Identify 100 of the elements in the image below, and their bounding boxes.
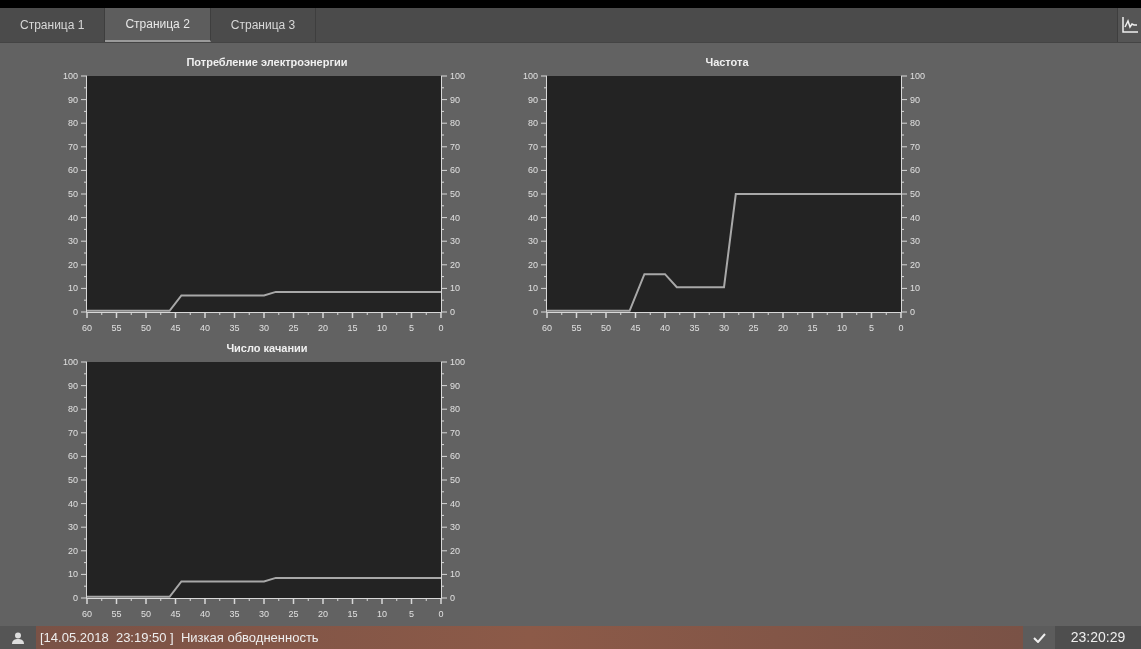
tick-label: 100: [62, 71, 78, 82]
tick-label: 20: [450, 546, 460, 557]
tick-label: 30: [450, 522, 460, 533]
tick-label: 30: [719, 323, 729, 334]
tick-label: 60: [450, 165, 460, 176]
tick-label: 70: [528, 142, 538, 153]
tick-label: 0: [533, 307, 538, 318]
tick-label: 90: [450, 380, 460, 391]
tick-label: 15: [347, 609, 358, 620]
tick-label: 70: [450, 142, 460, 153]
tick-label: 50: [141, 609, 151, 620]
tick-label: 5: [409, 323, 414, 334]
chart-view-button[interactable]: [1117, 7, 1141, 43]
tick-label: 0: [438, 609, 444, 620]
tick-label: 70: [450, 428, 460, 439]
tick-label: 50: [910, 189, 920, 200]
tick-label: 50: [141, 323, 151, 334]
tick-label: 10: [837, 323, 847, 334]
tick-label: 70: [68, 428, 78, 439]
tick-label: 35: [229, 609, 240, 620]
tick-label: 45: [170, 323, 181, 334]
tick-label: 50: [528, 189, 538, 200]
tick-label: 40: [200, 609, 210, 620]
tick-label: 40: [450, 498, 460, 509]
chart-title: Частота: [704, 55, 750, 71]
tick-label: 5: [869, 323, 874, 334]
tick-label: 15: [347, 323, 358, 334]
tick-label: 40: [68, 498, 78, 509]
tick-label: 55: [111, 609, 122, 620]
tick-label: 100: [450, 71, 466, 82]
tick-label: 25: [288, 323, 299, 334]
tick-label: 10: [450, 569, 460, 580]
tick-label: 60: [68, 165, 78, 176]
tick-label: 80: [910, 118, 920, 129]
tick-label: 10: [68, 569, 78, 580]
tick-label: 40: [910, 212, 920, 223]
tick-label: 80: [68, 404, 78, 415]
tick-label: 25: [288, 609, 299, 620]
user-icon: [12, 631, 24, 644]
tick-label: 20: [528, 260, 538, 271]
tick-label: 60: [528, 165, 538, 176]
tick-label: 20: [450, 260, 460, 271]
tick-label: 0: [898, 323, 904, 334]
tick-label: 60: [82, 609, 92, 620]
tick-label: 40: [200, 323, 210, 334]
tick-label: 20: [318, 323, 328, 334]
tick-label: 30: [450, 236, 460, 247]
tick-label: 60: [68, 451, 78, 462]
tick-label: 15: [807, 323, 818, 334]
tick-label: 10: [377, 323, 387, 334]
chart-title: Потребление электроэнергии: [185, 55, 349, 71]
chart-title: Число качании: [225, 341, 309, 357]
tick-label: 55: [111, 323, 122, 334]
tick-label: 90: [910, 94, 920, 105]
tick-label: 90: [528, 94, 538, 105]
tick-label: 80: [68, 118, 78, 129]
tick-label: 60: [910, 165, 920, 176]
tick-label: 20: [68, 546, 78, 557]
check-icon: [1032, 632, 1046, 643]
tick-label: 50: [450, 189, 460, 200]
tick-label: 80: [450, 118, 460, 129]
line-chart-icon: [1120, 16, 1139, 35]
tick-label: 10: [528, 283, 538, 294]
tick-label: 10: [910, 283, 920, 294]
tick-label: 100: [62, 357, 78, 368]
tick-label: 50: [601, 323, 611, 334]
tick-label: 30: [910, 236, 920, 247]
tick-label: 30: [68, 522, 78, 533]
tick-label: 0: [73, 593, 78, 604]
acknowledge-button[interactable]: [1023, 626, 1055, 649]
tick-label: 90: [68, 380, 78, 391]
tick-label: 10: [450, 283, 460, 294]
tick-label: 20: [778, 323, 788, 334]
tick-label: 30: [528, 236, 538, 247]
tick-label: 90: [450, 94, 460, 105]
tick-label: 50: [68, 475, 78, 486]
tick-label: 45: [630, 323, 641, 334]
tick-label: 0: [910, 307, 915, 318]
tick-label: 30: [259, 323, 269, 334]
tick-label: 80: [528, 118, 538, 129]
alarm-message: [14.05.2018 23:19:50 ] Низкая обводненность: [40, 628, 319, 647]
clock-time: 23:20:29: [1070, 628, 1126, 648]
tick-label: 40: [450, 212, 460, 223]
tick-label: 35: [229, 323, 240, 334]
tick-label: 60: [450, 451, 460, 462]
tick-label: 40: [528, 212, 538, 223]
tick-label: 45: [170, 609, 181, 620]
tick-label: 30: [68, 236, 78, 247]
tick-label: 0: [73, 307, 78, 318]
tick-label: 30: [259, 609, 269, 620]
page-tab[interactable]: Страница 2: [105, 7, 211, 43]
tick-label: 20: [910, 260, 920, 271]
tick-label: 0: [438, 323, 444, 334]
tick-label: 35: [689, 323, 700, 334]
tick-label: 40: [660, 323, 670, 334]
tick-label: 5: [409, 609, 414, 620]
tick-label: 60: [542, 323, 552, 334]
tick-label: 60: [82, 323, 92, 334]
tick-label: 100: [450, 357, 466, 368]
tick-label: 50: [68, 189, 78, 200]
